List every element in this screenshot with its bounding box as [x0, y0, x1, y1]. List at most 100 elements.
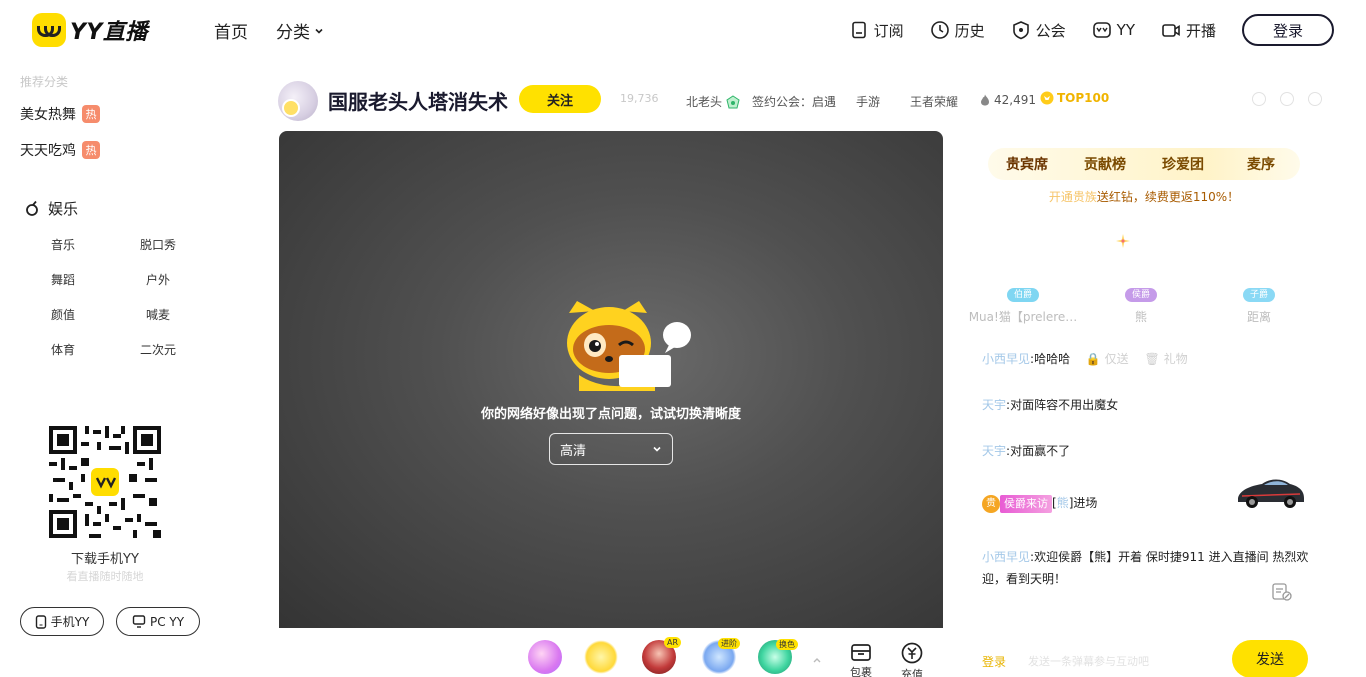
gift-crystal-icon[interactable]: [528, 640, 562, 674]
more-icon[interactable]: [1308, 92, 1322, 106]
gift-sparkle-icon[interactable]: [584, 640, 618, 674]
subcategory-music[interactable]: 音乐: [32, 236, 94, 252]
noble-promo[interactable]: 开通贵族送红钻，续费更返110%！: [968, 188, 1320, 205]
sparkle-icon: [1116, 234, 1130, 248]
top-navigation: YY直播 首页 分类 订阅 历史 公会 YY 开播 登录: [0, 0, 1366, 60]
tab-vip-seats[interactable]: 贵宾席: [988, 154, 1066, 174]
video-player[interactable]: 你的网络好像出现了点问题，试试切换清晰度 高清: [279, 131, 943, 628]
download-pc-yy-label: PC YY: [149, 614, 185, 629]
mic-icon: [26, 200, 38, 216]
chat-action-label: 仅送: [1104, 352, 1129, 366]
download-mobile-yy-button[interactable]: 手机YY: [20, 607, 104, 636]
follow-button[interactable]: 关注: [519, 85, 601, 113]
left-sidebar: 推荐分类 美女热舞 热 天天吃鸡 热 娱乐 音乐 脱口秀 舞蹈 户外 颜值 喊麦…: [0, 60, 214, 677]
category-link[interactable]: 手游: [856, 93, 880, 110]
subcategory-talkshow[interactable]: 脱口秀: [127, 236, 189, 252]
login-button[interactable]: 登录: [1242, 14, 1334, 46]
nav-start-live-label: 开播: [1185, 21, 1216, 40]
vip-badge-count: 伯爵: [1006, 288, 1039, 302]
yy-logo-icon: [32, 13, 66, 47]
download-pc-yy-button[interactable]: PC YY: [116, 607, 200, 636]
chat-nickname[interactable]: 小西早见: [982, 352, 1030, 366]
subcategory-anime[interactable]: 二次元: [127, 341, 189, 357]
tab-contribution[interactable]: 贡献榜: [1066, 154, 1144, 174]
vip-seat-1[interactable]: 伯爵 Mua!猫【prelere…: [968, 282, 1078, 325]
quality-select[interactable]: 高清: [549, 433, 673, 465]
noble-visit-tag: 侯爵来访: [1000, 494, 1052, 513]
subcategory-outdoor[interactable]: 户外: [127, 271, 189, 287]
chat-text: 对面赢不了: [1010, 444, 1071, 458]
chat-action-label: 礼物: [1163, 352, 1188, 366]
recharge-button[interactable]: 充值: [901, 642, 923, 677]
report-icon[interactable]: [1252, 92, 1266, 106]
chat-message: 小西早见:欢迎侯爵【熊】开着 保时捷911 进入直播间 热烈欢迎，看到天明！: [982, 550, 1309, 586]
vip-seat-3[interactable]: 子爵 距离: [1204, 282, 1314, 325]
room-id: 19,736: [620, 92, 659, 105]
room-tools: [1252, 92, 1322, 106]
chat-nickname[interactable]: 熊: [1057, 496, 1069, 510]
guild-link[interactable]: 签约公会：启遇: [752, 93, 836, 110]
vip-seat-name: Mua!猫【prelere…: [968, 310, 1078, 324]
chat-settings-icon[interactable]: [1272, 583, 1292, 601]
chat-text: 进场: [1073, 496, 1098, 510]
logo-text: YY直播: [70, 20, 148, 45]
chat-nickname[interactable]: 天宇: [982, 398, 1006, 412]
share-icon[interactable]: [1280, 92, 1294, 106]
nav-category-menu[interactable]: 分类: [276, 18, 324, 43]
nav-category-label: 分类: [276, 23, 310, 43]
nav-start-live[interactable]: 开播: [1161, 20, 1216, 41]
subcategory-sports[interactable]: 体育: [32, 341, 94, 357]
subcategory-looks[interactable]: 颜值: [32, 306, 94, 322]
nav-subscribe[interactable]: 订阅: [849, 20, 904, 41]
chat-action-gift[interactable]: 🗑 礼物: [1145, 352, 1188, 366]
chat-text: 哈哈哈: [1034, 352, 1071, 366]
chat-action-gift-only[interactable]: 🔒 仅送: [1086, 352, 1129, 366]
sidebar-item-label: 天天吃鸡: [20, 143, 76, 159]
anchor-name-group[interactable]: 北老头: [686, 93, 740, 110]
anchor-avatar[interactable]: [278, 81, 318, 121]
subcategory-shout-mic[interactable]: 喊麦: [127, 306, 189, 322]
noble-badge-icon: 贵: [982, 494, 1000, 513]
gift-tag-advance: 进阶: [718, 638, 740, 649]
anchor-level-icon: [726, 94, 740, 108]
bag-button[interactable]: 包裹: [850, 642, 872, 677]
sidebar-entertainment-label: 娱乐: [48, 200, 79, 218]
chat-nickname[interactable]: 小西早见: [982, 550, 1030, 564]
chevron-up-icon[interactable]: [812, 656, 822, 664]
nav-history-label: 历史: [954, 21, 985, 40]
game-link[interactable]: 王者荣耀: [910, 93, 958, 110]
sidebar-item-pubg[interactable]: 天天吃鸡 热: [20, 140, 100, 160]
vip-seat-name: 熊: [1134, 310, 1147, 324]
sidebar-faded-heading: 推荐分类: [20, 75, 69, 89]
vip-badge-marquis: 侯爵: [1124, 288, 1157, 302]
chat-text: 对面阵容不用出魔女: [1010, 398, 1119, 412]
download-mobile-yy-label: 手机YY: [50, 615, 90, 629]
tab-fan-club[interactable]: 珍爱团: [1144, 154, 1222, 174]
nav-guild[interactable]: 公会: [1011, 20, 1066, 41]
hot-badge: 热: [82, 141, 100, 159]
rank-badge[interactable]: TOP100: [1040, 91, 1109, 105]
bag-icon: [851, 644, 871, 661]
subcategory-dance[interactable]: 舞蹈: [32, 271, 94, 287]
sports-car-image: [1238, 479, 1304, 508]
sidebar-entertainment-heading[interactable]: 娱乐: [24, 198, 78, 219]
nav-history[interactable]: 历史: [930, 20, 985, 41]
chat-input-row: 登录 发送一条弹幕参与互动吧 发送: [982, 640, 1322, 677]
camera-icon: [1162, 24, 1180, 37]
chat-nickname[interactable]: 天宇: [982, 444, 1006, 458]
yy-logo[interactable]: YY直播: [32, 13, 148, 47]
chat-input[interactable]: 发送一条弹幕参与互动吧: [1028, 653, 1149, 669]
qr-code-image: [49, 426, 161, 538]
vip-seat-2[interactable]: 侯爵 熊: [1086, 282, 1196, 325]
chevron-down-icon: [315, 28, 323, 34]
nav-yy[interactable]: YY: [1092, 20, 1135, 40]
chat-login-link[interactable]: 登录: [982, 653, 1006, 670]
coin-icon: [901, 642, 923, 664]
send-button[interactable]: 发送: [1232, 640, 1308, 677]
tab-mic-queue[interactable]: 麦序: [1222, 154, 1300, 174]
recharge-label: 充值: [901, 668, 923, 677]
promo-text: 送红钻，续费更返110%！: [1096, 190, 1240, 204]
nav-home-link[interactable]: 首页: [214, 18, 248, 43]
nav-guild-label: 公会: [1035, 21, 1066, 40]
sidebar-item-dance[interactable]: 美女热舞 热: [20, 104, 100, 124]
